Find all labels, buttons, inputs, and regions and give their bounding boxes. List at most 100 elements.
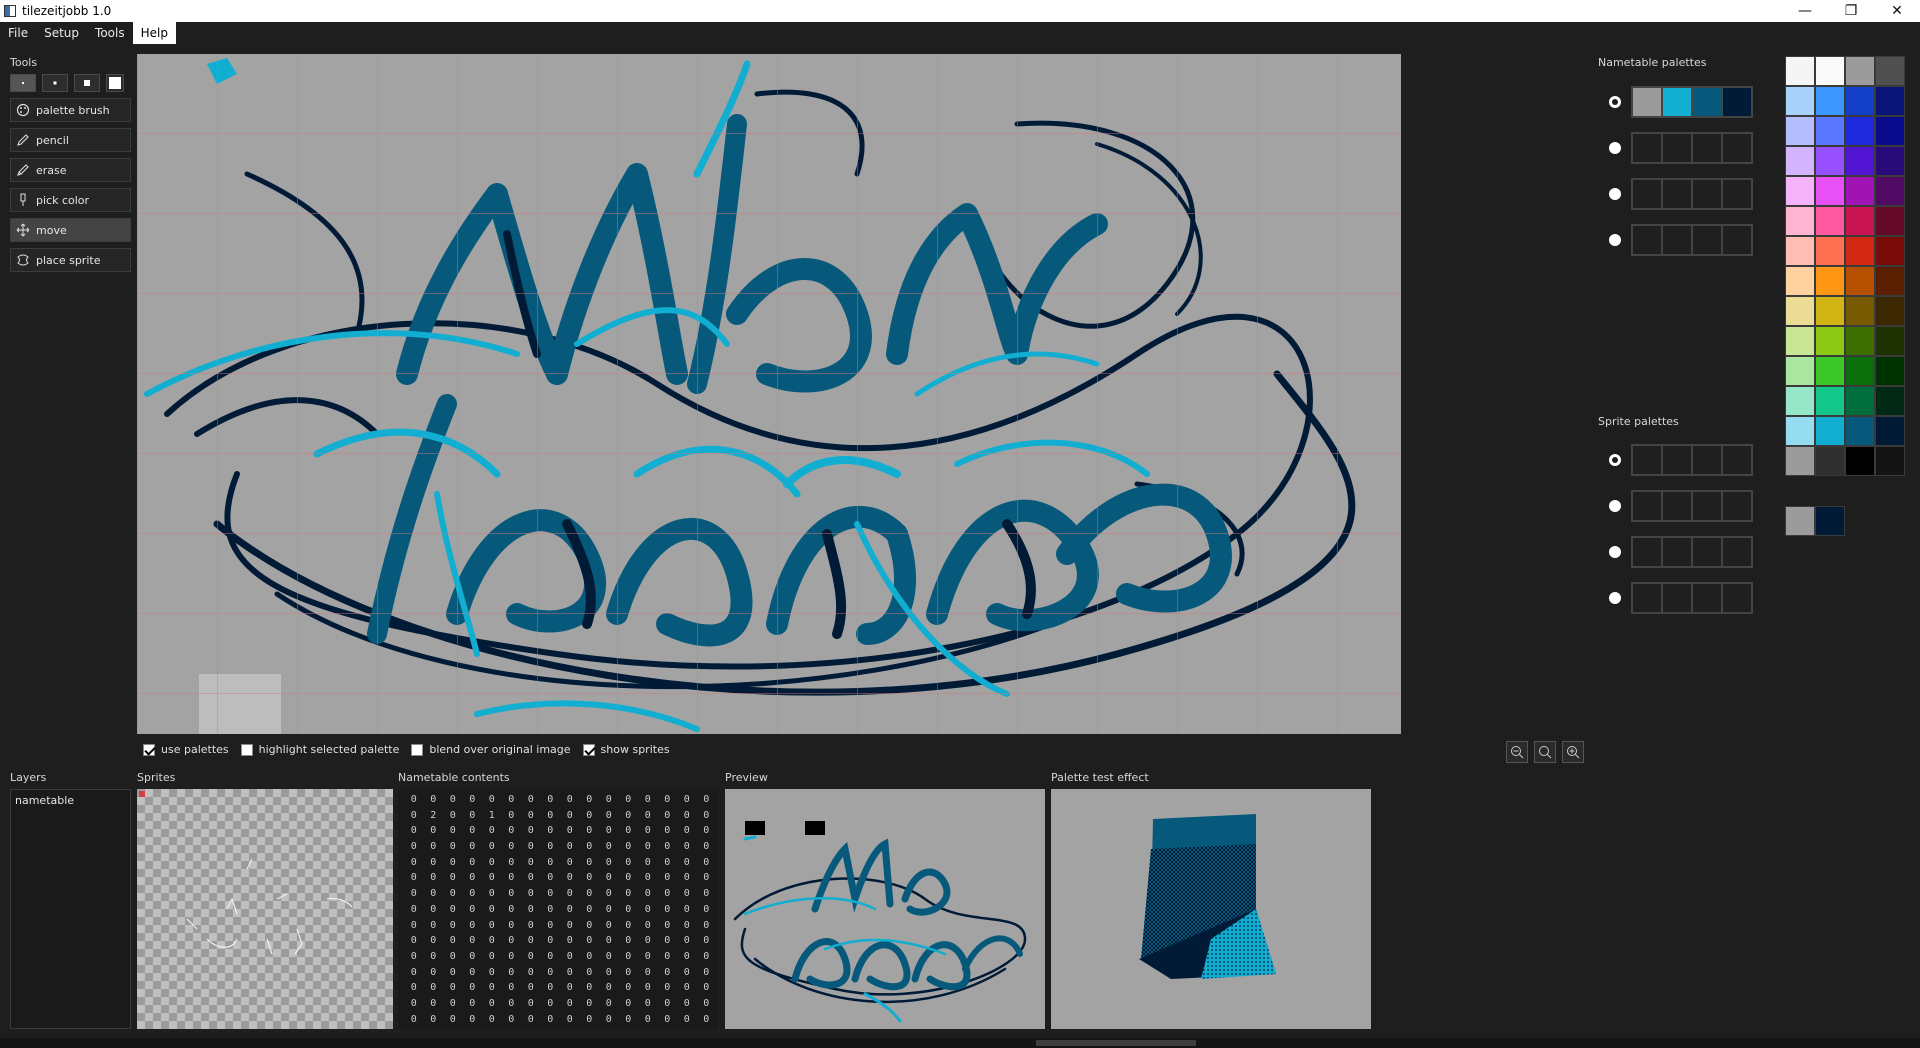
close-button[interactable]: ✕ [1874, 0, 1920, 22]
nametable-cell[interactable]: 0 [560, 935, 580, 951]
tool-pencil[interactable]: pencil [10, 128, 131, 152]
nametable-cell[interactable]: 0 [482, 888, 502, 904]
nametable-cell[interactable]: 0 [541, 904, 561, 920]
nametable-cell[interactable]: 0 [677, 920, 697, 936]
nametable-cell[interactable]: 0 [580, 825, 600, 841]
nametable-cell[interactable]: 0 [658, 967, 678, 983]
nametable-cell[interactable]: 0 [697, 857, 717, 873]
sprite-palette-color[interactable] [1662, 537, 1692, 567]
master-palette-color[interactable] [1815, 206, 1845, 236]
nametable-cell[interactable]: 0 [697, 982, 717, 998]
nametable-cell[interactable]: 0 [619, 920, 639, 936]
nametable-cell[interactable]: 0 [697, 967, 717, 983]
nametable-cell[interactable]: 0 [541, 857, 561, 873]
brush-size-4[interactable] [106, 74, 124, 92]
nametable-cell[interactable]: 0 [443, 998, 463, 1014]
sprite-palette-color[interactable] [1692, 537, 1722, 567]
tool-palette-brush[interactable]: palette brush [10, 98, 131, 122]
nametable-cell[interactable]: 0 [638, 967, 658, 983]
nametable-cell[interactable]: 0 [580, 935, 600, 951]
nametable-cell[interactable]: 0 [521, 872, 541, 888]
sprite-palette-color[interactable] [1662, 445, 1692, 475]
nametable-cell[interactable]: 0 [541, 888, 561, 904]
nametable-cell[interactable]: 0 [560, 825, 580, 841]
nametable-cell[interactable]: 0 [619, 967, 639, 983]
sprite-palette-color[interactable] [1692, 445, 1722, 475]
nametable-cell[interactable]: 0 [658, 857, 678, 873]
nametable-cell[interactable]: 0 [599, 857, 619, 873]
nametable-palette-color[interactable] [1662, 225, 1692, 255]
nametable-cell[interactable]: 0 [463, 825, 483, 841]
menu-file[interactable]: File [0, 22, 36, 44]
nametable-cell[interactable]: 0 [599, 904, 619, 920]
sprite-palette-color[interactable] [1722, 491, 1752, 521]
nametable-contents-grid[interactable]: 0000000000000000020010000000000000000000… [398, 789, 718, 1029]
master-palette-color[interactable] [1845, 86, 1875, 116]
nametable-cell[interactable]: 0 [404, 998, 424, 1014]
nametable-cell[interactable]: 0 [580, 872, 600, 888]
nametable-cell[interactable]: 0 [677, 810, 697, 826]
sprite-palette-color[interactable] [1722, 445, 1752, 475]
nametable-cell[interactable]: 0 [424, 998, 444, 1014]
nametable-cell[interactable]: 0 [677, 872, 697, 888]
nametable-cell[interactable]: 0 [619, 935, 639, 951]
nametable-cell[interactable]: 0 [463, 920, 483, 936]
nametable-cell[interactable]: 0 [638, 951, 658, 967]
nametable-cell[interactable]: 0 [521, 1014, 541, 1029]
nametable-cell[interactable]: 0 [677, 888, 697, 904]
nametable-cell[interactable]: 0 [697, 825, 717, 841]
nametable-cell[interactable]: 0 [677, 841, 697, 857]
nametable-cell[interactable]: 0 [697, 841, 717, 857]
nametable-cell[interactable]: 0 [580, 982, 600, 998]
nametable-cell[interactable]: 0 [541, 872, 561, 888]
nametable-cell[interactable]: 0 [424, 888, 444, 904]
master-palette-color[interactable] [1785, 446, 1815, 476]
nametable-cell[interactable]: 0 [424, 825, 444, 841]
nametable-cell[interactable]: 0 [463, 888, 483, 904]
nametable-cell[interactable]: 0 [404, 920, 424, 936]
nametable-cell[interactable]: 0 [677, 857, 697, 873]
nametable-cell[interactable]: 0 [521, 904, 541, 920]
sprite-palette-radio[interactable] [1609, 592, 1621, 604]
nametable-palette-color[interactable] [1722, 225, 1752, 255]
nametable-cell[interactable]: 0 [638, 982, 658, 998]
nametable-cell[interactable]: 0 [638, 810, 658, 826]
nametable-cell[interactable]: 0 [638, 872, 658, 888]
main-canvas[interactable] [137, 54, 1401, 734]
nametable-cell[interactable]: 0 [521, 967, 541, 983]
sprite-palette-color[interactable] [1692, 583, 1722, 613]
nametable-cell[interactable]: 0 [502, 825, 522, 841]
master-palette-color[interactable] [1815, 296, 1845, 326]
master-palette-color[interactable] [1845, 296, 1875, 326]
nametable-cell[interactable]: 0 [482, 951, 502, 967]
nametable-cell[interactable]: 0 [580, 904, 600, 920]
master-palette-color[interactable] [1845, 56, 1875, 86]
nametable-cell[interactable]: 0 [521, 810, 541, 826]
nametable-cell[interactable]: 0 [463, 982, 483, 998]
zoom-in-button[interactable] [1562, 741, 1584, 763]
nametable-cell[interactable]: 0 [521, 841, 541, 857]
nametable-cell[interactable]: 0 [482, 982, 502, 998]
nametable-cell[interactable]: 0 [580, 967, 600, 983]
nametable-cell[interactable]: 0 [443, 967, 463, 983]
nametable-cell[interactable]: 0 [521, 888, 541, 904]
master-palette-color[interactable] [1785, 386, 1815, 416]
nametable-cell[interactable]: 0 [541, 825, 561, 841]
nametable-palette-radio[interactable] [1609, 188, 1621, 200]
nametable-cell[interactable]: 0 [619, 794, 639, 810]
nametable-cell[interactable]: 0 [443, 982, 463, 998]
layer-item-nametable[interactable]: nametable [15, 794, 126, 807]
nametable-cell[interactable]: 0 [541, 935, 561, 951]
master-palette-color[interactable] [1785, 266, 1815, 296]
nametable-cell[interactable]: 0 [658, 888, 678, 904]
nametable-cell[interactable]: 0 [404, 872, 424, 888]
nametable-cell[interactable]: 0 [404, 825, 424, 841]
nametable-cell[interactable]: 0 [502, 982, 522, 998]
nametable-cell[interactable]: 0 [482, 920, 502, 936]
nametable-cell[interactable]: 0 [502, 920, 522, 936]
master-palette-color[interactable] [1875, 146, 1905, 176]
nametable-cell[interactable]: 0 [580, 951, 600, 967]
nametable-cell[interactable]: 0 [658, 1014, 678, 1029]
nametable-cell[interactable]: 0 [521, 825, 541, 841]
sprite-palette-color[interactable] [1632, 491, 1662, 521]
